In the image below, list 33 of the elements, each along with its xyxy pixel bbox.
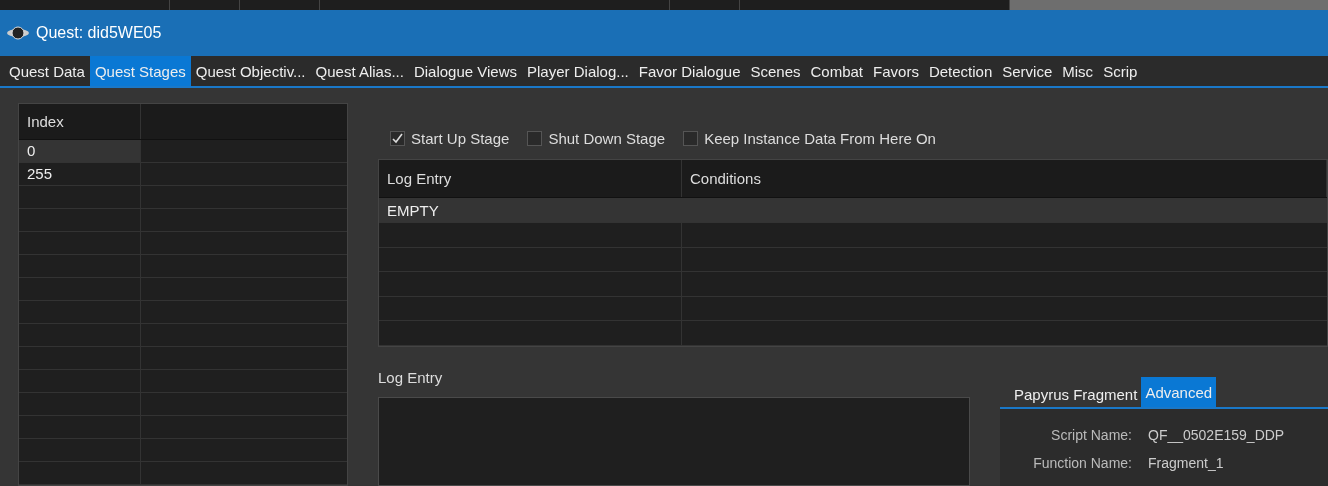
tab[interactable]: Quest Stages (89, 56, 191, 86)
tab[interactable]: Papyrus Fragment (1010, 381, 1142, 407)
tab[interactable]: Service (997, 56, 1058, 86)
checkbox[interactable]: Shut Down Stage (527, 129, 666, 147)
checkbox[interactable]: Start Up Stage (390, 129, 510, 147)
field-label: Log Entry (378, 369, 444, 388)
tab[interactable]: Dialogue Views (408, 56, 523, 86)
tab[interactable]: Misc (1057, 56, 1099, 86)
column-header: Log Entry (379, 160, 682, 198)
tab[interactable]: Quest Alias... (310, 56, 409, 86)
tab[interactable]: Scenes (745, 56, 806, 86)
tab[interactable]: Favors (868, 56, 924, 86)
column-header: Conditions (682, 160, 1327, 198)
field-value: Fragment_1 (1148, 455, 1225, 471)
column-header: Index (19, 104, 141, 139)
checkmark-icon (392, 132, 403, 144)
tab[interactable]: Favor Dialogue (633, 56, 746, 86)
field-label: Function Name: (1032, 455, 1132, 471)
tab[interactable]: Scrip (1098, 56, 1143, 86)
tab[interactable]: Detection (923, 56, 998, 86)
log-entry-field[interactable] (378, 397, 970, 486)
field-label: Script Name: (1050, 427, 1132, 443)
table-cell[interactable]: 255 (19, 162, 141, 185)
tab[interactable]: Quest Objectiv... (190, 56, 311, 86)
field-value: QF__0502E159_DDP (1148, 427, 1286, 443)
tab[interactable]: Player Dialog... (522, 56, 634, 86)
tab[interactable]: Combat (805, 56, 869, 86)
tab[interactable]: Advanced (1141, 377, 1217, 407)
tab[interactable]: Quest Data (4, 56, 90, 86)
checkbox[interactable]: Keep Instance Data From Here On (683, 129, 936, 147)
table-cell[interactable]: 0 (19, 139, 141, 162)
app-logo-icon (6, 26, 30, 40)
window-title: Quest: did5WE05 (36, 24, 162, 42)
